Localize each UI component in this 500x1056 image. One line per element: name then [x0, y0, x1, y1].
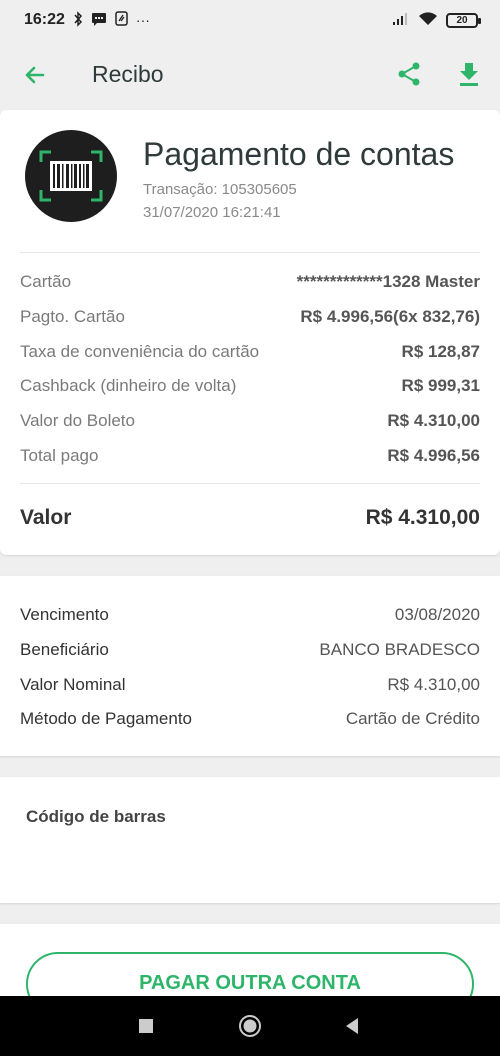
- receipt-title: Pagamento de contas: [143, 136, 455, 172]
- row-value: R$ 4.996,56: [387, 446, 480, 465]
- square-icon: [139, 1019, 153, 1033]
- row-label: Vencimento: [20, 605, 109, 624]
- status-time: 16:22: [24, 11, 65, 28]
- action-card: PAGAR OUTRA CONTA: [0, 924, 500, 1016]
- row-value: R$ 128,87: [401, 342, 480, 361]
- navigation-bar: [0, 996, 500, 1056]
- row-boleto-value: Valor do Boleto R$ 4.310,00: [20, 409, 480, 433]
- bluetooth-icon: [73, 10, 83, 30]
- row-total-paid: Total pago R$ 4.996,56: [20, 444, 480, 468]
- row-due-date: Vencimento 03/08/2020: [20, 603, 480, 627]
- barcode-logo: [25, 130, 117, 222]
- row-label: Valor do Boleto: [20, 411, 135, 430]
- nav-back-button[interactable]: [340, 1014, 364, 1038]
- barcode-title: Código de barras: [26, 807, 166, 826]
- transaction-id: Transação: 105305605: [143, 181, 297, 198]
- barcode-card: Código de barras: [0, 777, 500, 903]
- home-button[interactable]: [238, 1014, 262, 1038]
- barcode-scan-icon: [39, 150, 103, 202]
- divider: [20, 252, 480, 253]
- row-label: Cartão: [20, 272, 72, 291]
- row-label: Valor Nominal: [20, 675, 126, 694]
- row-label: Pagto. Cartão: [20, 307, 125, 326]
- share-button[interactable]: [393, 58, 425, 90]
- more-icon: ···: [135, 12, 150, 28]
- status-left: 16:22 ···: [24, 10, 150, 30]
- status-bar: 16:22 ··· 20: [0, 0, 500, 40]
- row-value: R$ 4.996,56(6x 832,76): [300, 307, 480, 326]
- total-row: Valor R$ 4.310,00: [20, 506, 480, 530]
- row-value: *************1328 Master: [296, 272, 480, 291]
- divider: [20, 483, 480, 484]
- row-value: R$ 4.310,00: [387, 411, 480, 430]
- row-value: Cartão de Crédito: [345, 709, 480, 728]
- battery-level: 20: [456, 14, 468, 26]
- row-value: R$ 999,31: [401, 376, 480, 395]
- row-card-payment: Pagto. Cartão R$ 4.996,56(6x 832,76): [20, 305, 480, 329]
- status-right: 20: [392, 11, 481, 29]
- row-label: Total pago: [20, 446, 99, 465]
- receipt-card: Pagamento de contas Transação: 105305605…: [0, 110, 500, 555]
- total-label: Valor: [20, 506, 72, 529]
- recent-apps-button[interactable]: [134, 1014, 158, 1038]
- message-icon: [91, 12, 107, 29]
- row-nominal-value: Valor Nominal R$ 4.310,00: [20, 673, 480, 697]
- circle-icon: [239, 1015, 261, 1037]
- page-title: Recibo: [92, 61, 164, 87]
- total-value: R$ 4.310,00: [365, 506, 480, 529]
- battery-icon: 20: [446, 12, 481, 28]
- back-button[interactable]: [20, 60, 50, 90]
- details-card: Vencimento 03/08/2020 Beneficiário BANCO…: [0, 576, 500, 756]
- share-icon: [398, 62, 420, 86]
- row-value: R$ 4.310,00: [387, 675, 480, 694]
- row-value: 03/08/2020: [394, 605, 480, 624]
- row-label: Cashback (dinheiro de volta): [20, 376, 237, 395]
- download-icon: [460, 63, 478, 86]
- download-button[interactable]: [453, 58, 485, 90]
- arrow-back-icon: [25, 66, 45, 84]
- row-value: BANCO BRADESCO: [319, 640, 480, 659]
- app-bar: Recibo: [0, 40, 500, 110]
- row-label: Método de Pagamento: [20, 709, 193, 728]
- signal-icon: [392, 12, 410, 28]
- row-payment-method: Método de Pagamento Cartão de Crédito: [20, 707, 480, 731]
- row-convenience-fee: Taxa de conveniência do cartão R$ 128,87: [20, 340, 480, 364]
- row-cashback: Cashback (dinheiro de volta) R$ 999,31: [20, 374, 480, 398]
- triangle-back-icon: [346, 1018, 358, 1034]
- row-label: Beneficiário: [20, 640, 109, 659]
- wifi-icon: [418, 11, 438, 29]
- row-card: Cartão *************1328 Master: [20, 270, 480, 294]
- row-beneficiary: Beneficiário BANCO BRADESCO: [20, 638, 480, 662]
- transaction-datetime: 31/07/2020 16:21:41: [143, 204, 281, 221]
- row-label: Taxa de conveniência do cartão: [20, 342, 260, 361]
- app-icon: [115, 11, 128, 29]
